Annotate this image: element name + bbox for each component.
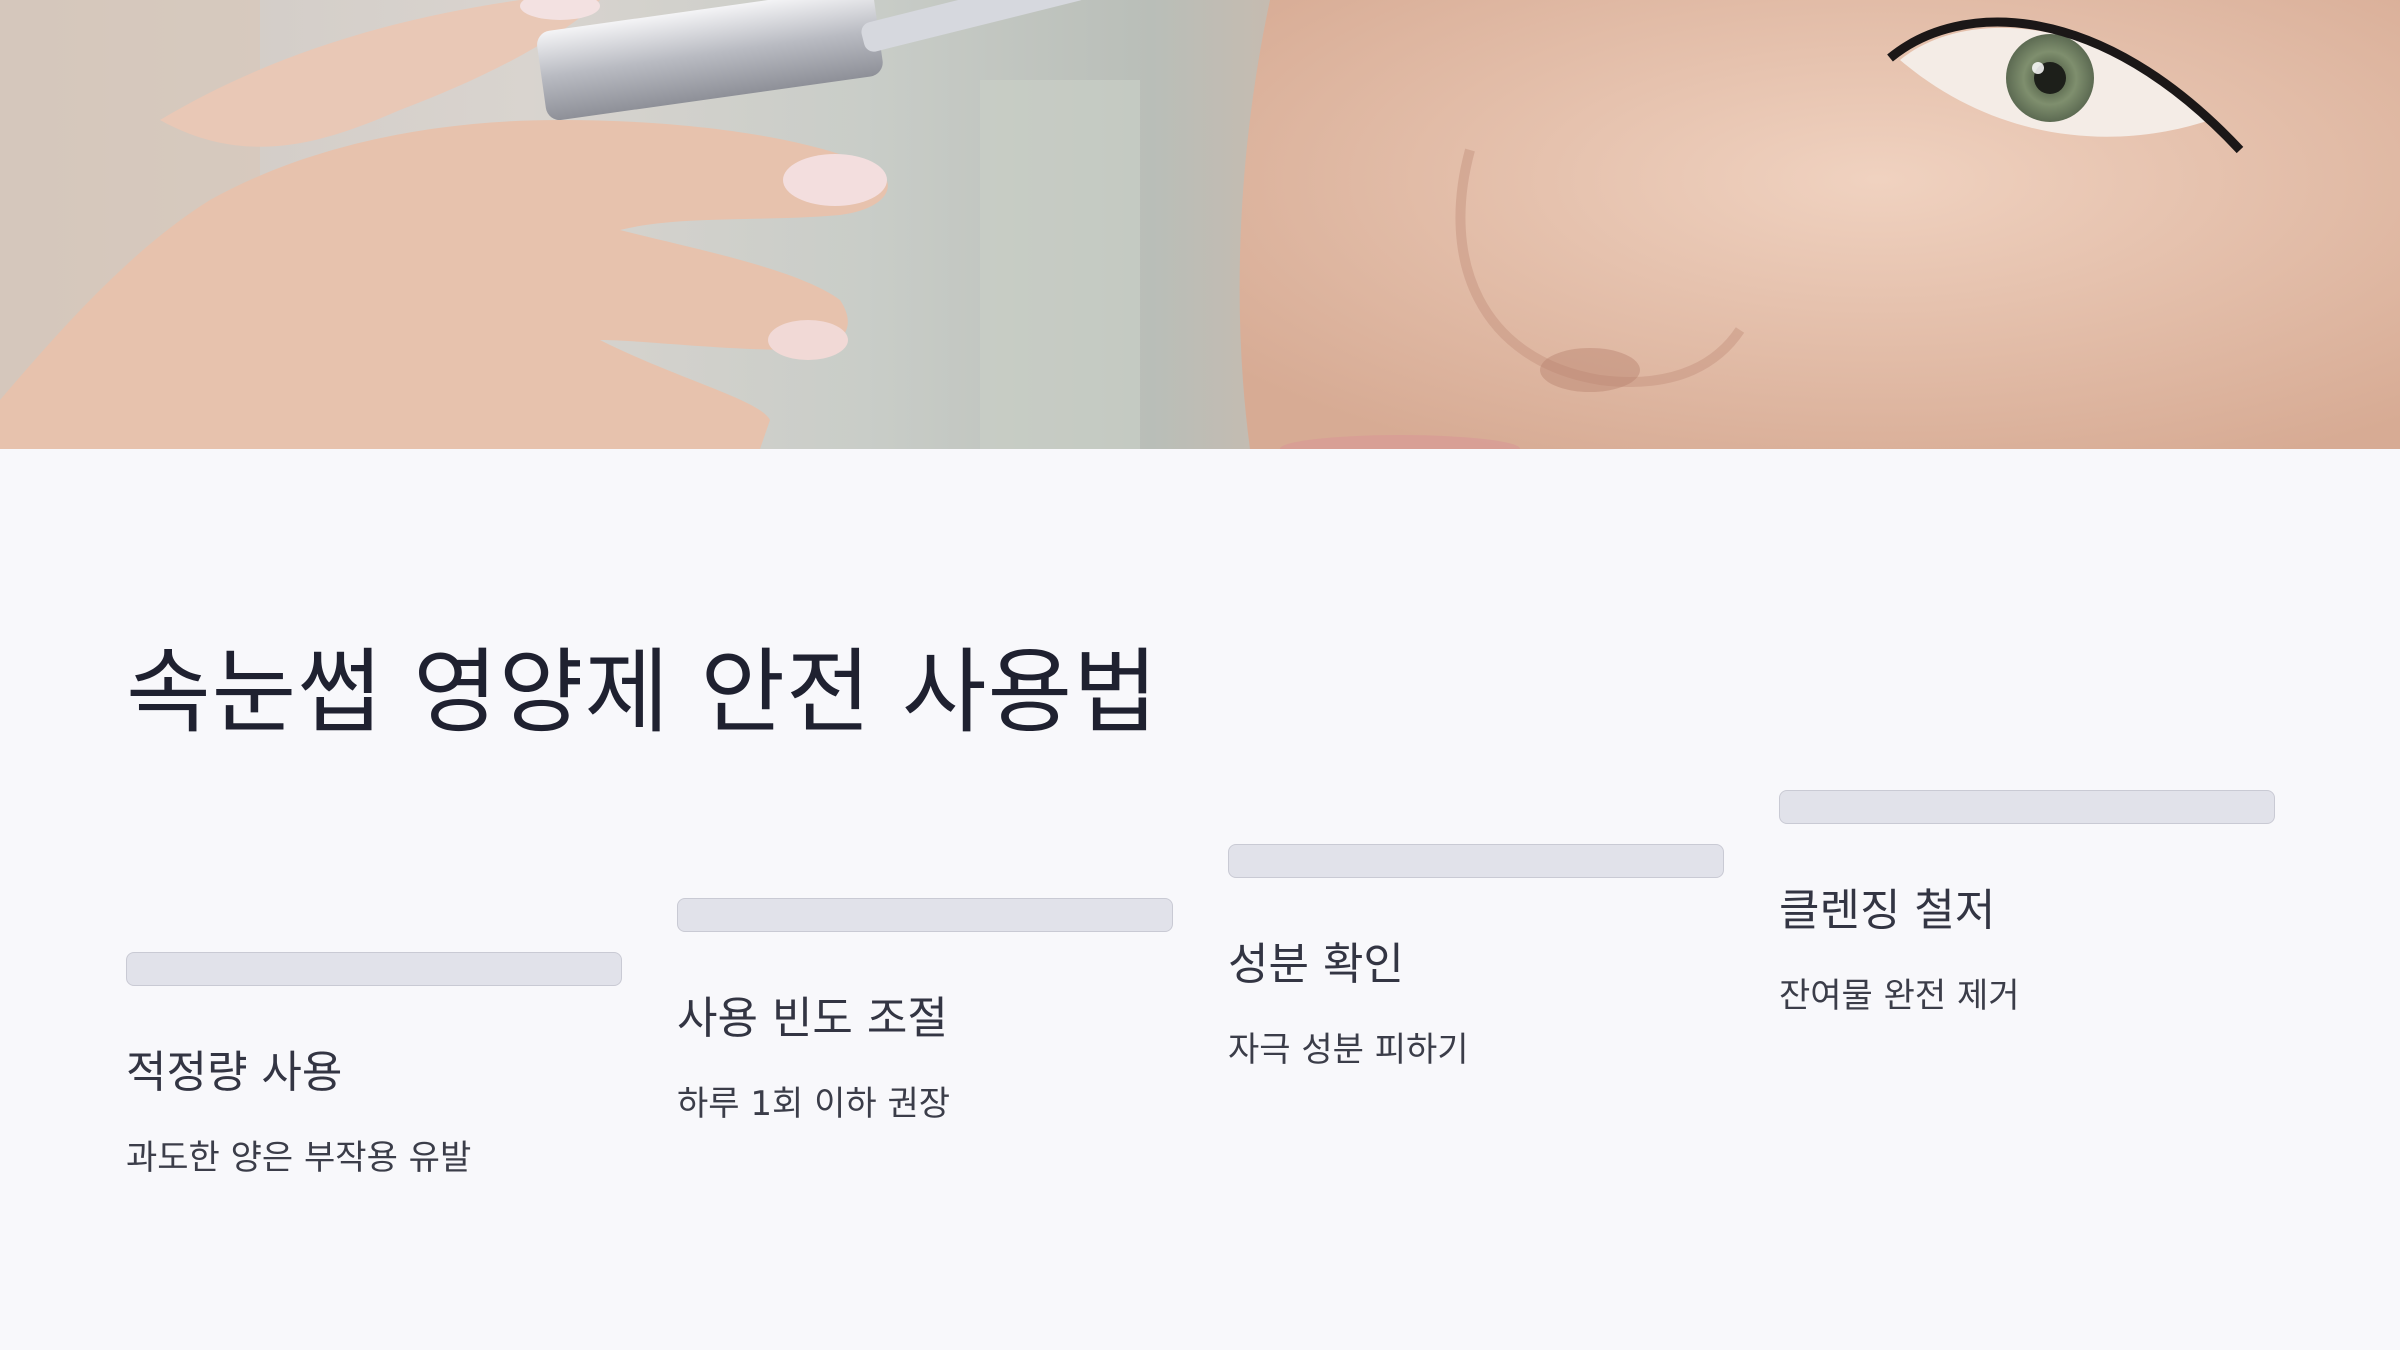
hero-photo-illustration	[0, 0, 2400, 449]
step-1-heading: 적정량 사용	[126, 1047, 343, 1098]
step-2-description: 하루 1회 이하 권장	[677, 1084, 951, 1124]
step-4-description: 잔여물 완전 제거	[1779, 976, 2020, 1016]
step-4: 클렌징 철저 잔여물 완전 제거	[1779, 790, 2275, 1017]
step-3-heading: 성분 확인	[1228, 939, 1404, 990]
step-2-bar	[677, 898, 1173, 932]
step-1-description: 과도한 양은 부작용 유발	[126, 1138, 472, 1178]
page-title: 속눈썹 영양제 안전 사용법	[126, 639, 1159, 746]
step-3: 성분 확인 자극 성분 피하기	[1228, 844, 1724, 1071]
step-2: 사용 빈도 조절 하루 1회 이하 권장	[677, 898, 1173, 1125]
step-4-bar	[1779, 790, 2275, 824]
step-3-description: 자극 성분 피하기	[1228, 1030, 1469, 1070]
step-2-heading: 사용 빈도 조절	[677, 993, 948, 1044]
hero-image	[0, 0, 2400, 449]
step-4-heading: 클렌징 철저	[1779, 885, 1996, 936]
step-1: 적정량 사용 과도한 양은 부작용 유발	[126, 952, 622, 1179]
step-1-bar	[126, 952, 622, 986]
step-3-bar	[1228, 844, 1724, 878]
